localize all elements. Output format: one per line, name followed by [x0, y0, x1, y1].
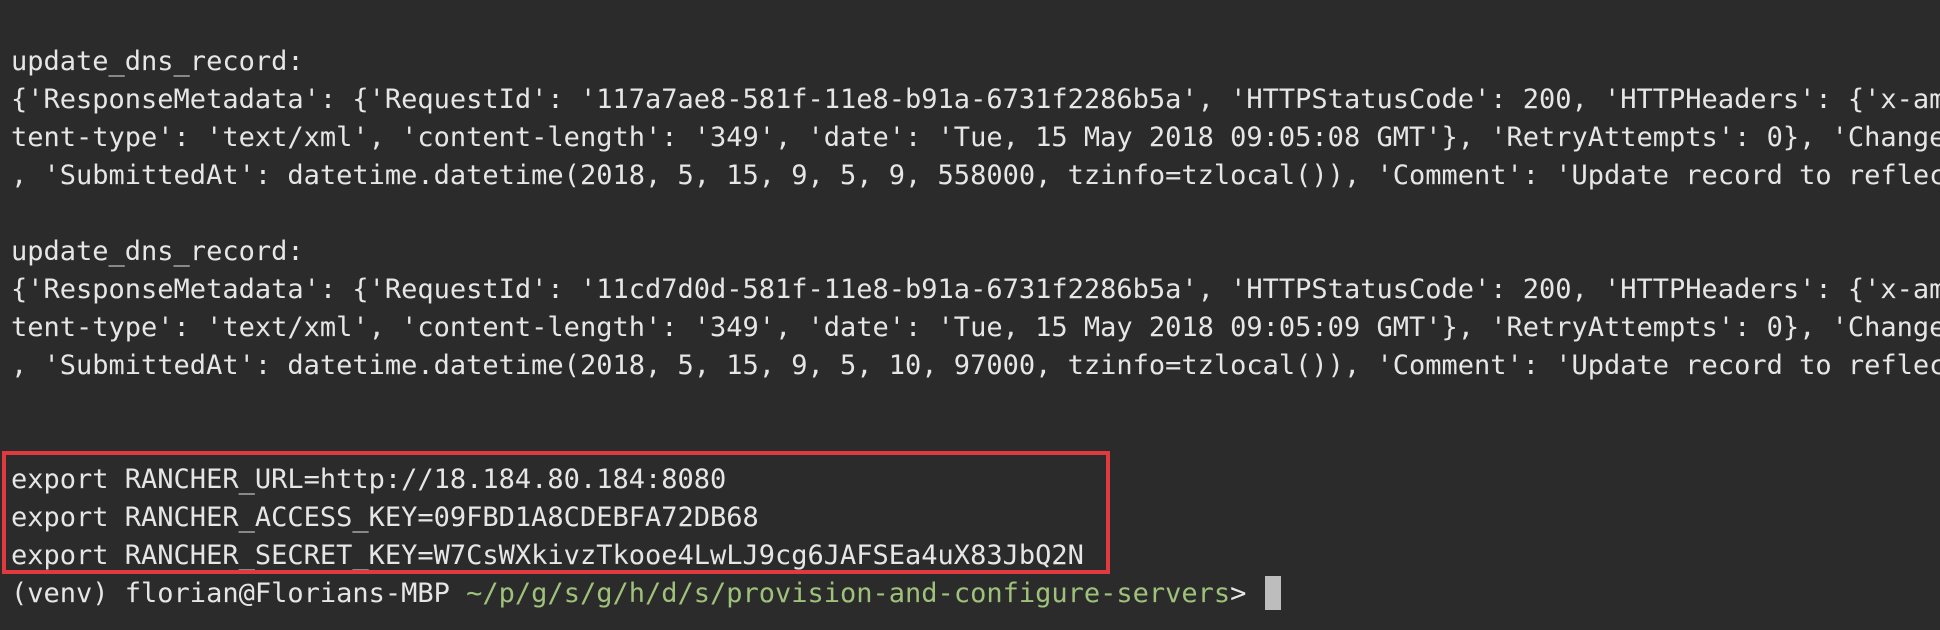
- output-line: tent-type': 'text/xml', 'content-length'…: [11, 122, 1940, 153]
- output-line: update_dns_record:: [11, 236, 304, 267]
- output-line: {'ResponseMetadata': {'RequestId': '117a…: [11, 84, 1940, 115]
- export-rancher-access-key: export RANCHER_ACCESS_KEY=09FBD1A8CDEBFA…: [11, 502, 759, 533]
- output-line: update_dns_record:: [11, 46, 304, 77]
- output-line: {'ResponseMetadata': {'RequestId': '11cd…: [11, 274, 1940, 305]
- prompt-path: ~/p/g/s/g/h/d/s/provision-and-configure-…: [466, 578, 1231, 609]
- prompt-symbol: >: [1230, 578, 1263, 609]
- shell-prompt[interactable]: (venv) florian@Florians-MBP ~/p/g/s/g/h/…: [11, 575, 1940, 613]
- prompt-user-host: (venv) florian@Florians-MBP: [11, 578, 467, 609]
- output-line: tent-type': 'text/xml', 'content-length'…: [11, 312, 1940, 343]
- output-line: , 'SubmittedAt': datetime.datetime(2018,…: [11, 160, 1940, 191]
- export-rancher-url: export RANCHER_URL=http://18.184.80.184:…: [11, 464, 727, 495]
- export-rancher-secret-key: export RANCHER_SECRET_KEY=W7CsWXkivzTkoo…: [11, 540, 1084, 571]
- terminal-output[interactable]: update_dns_record: {'ResponseMetadata': …: [11, 43, 1940, 613]
- terminal-window: { "block1": { "header": "update_dns_reco…: [0, 0, 1940, 630]
- output-line: , 'SubmittedAt': datetime.datetime(2018,…: [11, 350, 1940, 381]
- cursor-block[interactable]: [1264, 575, 1281, 610]
